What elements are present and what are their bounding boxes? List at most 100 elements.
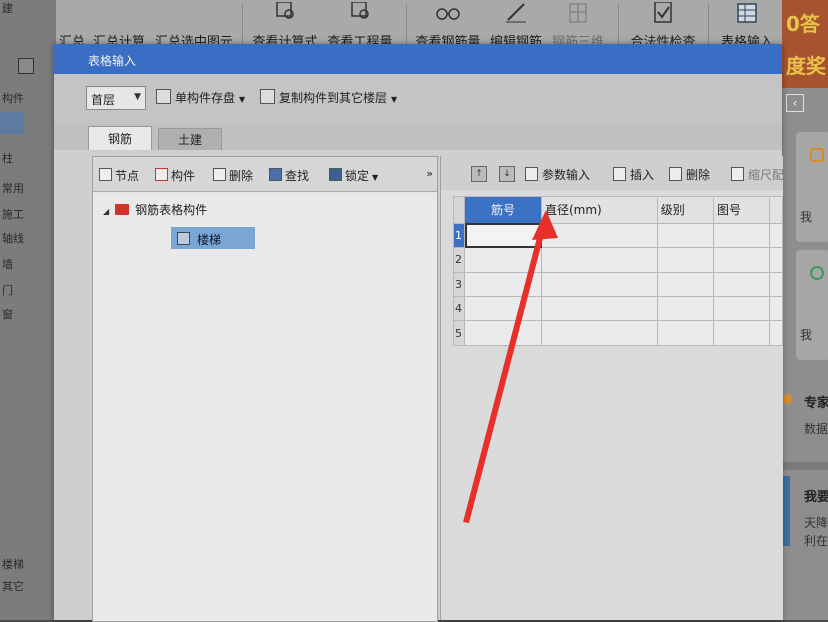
grid-delete-label: 删除 xyxy=(686,168,711,182)
view-quantity-icon xyxy=(351,2,369,19)
want-title[interactable]: 我要 xyxy=(804,486,828,505)
find-button[interactable]: 查找 xyxy=(269,167,309,184)
grid-cell[interactable] xyxy=(656,295,714,322)
move-up-icon[interactable]: ↑ xyxy=(471,166,487,182)
grid-cell[interactable] xyxy=(464,222,542,249)
grid-cell[interactable] xyxy=(712,271,771,298)
left-strip-item: 门 xyxy=(2,284,13,297)
component-tree: ◢ 钢筋表格构件 楼梯 xyxy=(93,193,437,621)
grid-cell[interactable] xyxy=(769,247,783,273)
grid-cell[interactable] xyxy=(769,295,783,322)
left-strip-item: 施工 xyxy=(2,208,24,221)
move-down-icon[interactable]: ↓ xyxy=(499,166,515,182)
grid-cell[interactable] xyxy=(712,247,771,273)
delete-button[interactable]: 删除 xyxy=(213,167,253,184)
row-number[interactable]: 2 xyxy=(453,247,465,273)
copy-icon xyxy=(260,89,275,104)
dialog-content: 节点 构件 删除 查找 锁定 ▼ » ◢ 钢筋表格构件 楼梯 ↑ ↓ 参数输入 … xyxy=(54,150,784,622)
node-button[interactable]: 节点 xyxy=(99,167,139,184)
grid-cell[interactable] xyxy=(464,247,542,273)
column-header-figure-no[interactable]: 图号 xyxy=(712,196,771,224)
grid-toolbar: ↑ ↓ 参数输入 插入 删除 缩尺配 xyxy=(441,156,784,190)
lock-button[interactable]: 锁定 ▼ xyxy=(329,167,378,184)
tree-root-label: 钢筋表格构件 xyxy=(135,203,208,217)
grid-header-row: 筋号 直径(mm) 级别 图号 xyxy=(453,196,783,224)
component-label: 构件 xyxy=(171,169,196,183)
grid-cell[interactable] xyxy=(656,247,714,273)
grid-cell[interactable] xyxy=(541,295,658,322)
more-button[interactable]: » xyxy=(426,167,433,180)
table-row: 1 xyxy=(453,222,783,249)
grid-cell[interactable] xyxy=(712,222,771,249)
grid-cell[interactable] xyxy=(464,271,542,298)
expert-icon xyxy=(782,394,792,404)
grid-cell[interactable] xyxy=(541,271,658,298)
insert-button[interactable]: 插入 xyxy=(613,166,654,183)
grid-cell[interactable] xyxy=(712,295,771,322)
row-number[interactable]: 4 xyxy=(453,295,465,322)
grid-cell[interactable] xyxy=(656,271,714,298)
row-number[interactable]: 3 xyxy=(453,271,465,298)
chevron-down-icon: ▼ xyxy=(134,92,141,102)
card-text: 我 xyxy=(800,210,813,224)
promo-banner[interactable]: 0答 度奖 xyxy=(782,0,828,88)
pencil-icon xyxy=(506,3,526,23)
column-header-blank xyxy=(769,196,783,224)
column-header-bar-no[interactable]: 筋号 xyxy=(464,196,542,224)
row-number[interactable]: 1 xyxy=(453,222,465,249)
chevron-down-icon: ▼ xyxy=(239,95,246,104)
expand-triangle-icon[interactable]: ◢ xyxy=(103,207,109,216)
save-component-button[interactable]: 单构件存盘 ▼ xyxy=(156,89,245,106)
scale-button[interactable]: 缩尺配 xyxy=(731,166,784,183)
grid-cell[interactable] xyxy=(464,295,542,322)
node-label: 节点 xyxy=(115,169,140,183)
grid-cell[interactable] xyxy=(769,222,783,249)
component-button[interactable]: 构件 xyxy=(155,167,195,184)
floor-select[interactable]: 首层 ▼ xyxy=(86,86,146,110)
component-icon xyxy=(155,168,168,181)
glasses-icon xyxy=(436,8,460,20)
table-row: 4 xyxy=(453,295,783,322)
grid-cell[interactable] xyxy=(464,320,542,346)
left-strip-item: 轴线 xyxy=(2,232,24,245)
column-header-diameter[interactable]: 直径(mm) xyxy=(541,196,658,224)
tree-root-node[interactable]: ◢ 钢筋表格构件 xyxy=(103,201,207,218)
lock-label: 锁定 xyxy=(345,169,370,183)
card-icon xyxy=(810,148,824,162)
grid-cell[interactable] xyxy=(541,222,658,249)
component-node-icon xyxy=(177,232,190,245)
grid-cell[interactable] xyxy=(656,222,714,249)
tab-rebar[interactable]: 钢筋 xyxy=(88,126,152,151)
column-header-grade[interactable]: 级别 xyxy=(656,196,714,224)
left-strip-item: 窗 xyxy=(2,308,13,321)
side-card[interactable]: 我 xyxy=(796,250,828,360)
grid-cell[interactable] xyxy=(712,320,771,346)
find-label: 查找 xyxy=(285,169,310,183)
rebar-grid: 筋号 直径(mm) 级别 图号 1 2 3 4 5 xyxy=(453,196,783,346)
table-row: 3 xyxy=(453,271,783,298)
param-input-button[interactable]: 参数输入 xyxy=(525,166,590,183)
row-number[interactable]: 5 xyxy=(453,320,465,346)
node-icon xyxy=(99,168,112,181)
copy-component-button[interactable]: 复制构件到其它楼层 ▼ xyxy=(260,89,397,106)
tab-civil[interactable]: 土建 xyxy=(158,128,222,151)
checkbox-icon xyxy=(18,58,34,74)
tree-node-stairs[interactable]: 楼梯 xyxy=(171,227,255,249)
table-input-dialog: 表格输入 首层 ▼ 单构件存盘 ▼ 复制构件到其它楼层 ▼ 钢筋 土建 节点 构件 … xyxy=(54,44,784,622)
tree-node-label: 楼梯 xyxy=(197,233,222,247)
grid-delete-button[interactable]: 删除 xyxy=(669,166,710,183)
left-strip-item: 常用 xyxy=(2,182,24,195)
banner-text: 0答 xyxy=(786,12,820,36)
expert-title[interactable]: 专家 xyxy=(804,392,828,411)
dialog-title: 表格输入 xyxy=(88,54,137,68)
grid-cell[interactable] xyxy=(769,271,783,298)
grid-cell[interactable] xyxy=(769,320,783,346)
grid-cell[interactable] xyxy=(541,320,658,346)
tree-toolbar: 节点 构件 删除 查找 锁定 ▼ » xyxy=(93,157,437,192)
grid-cell[interactable] xyxy=(656,320,714,346)
want-text: 天降 xyxy=(804,516,828,530)
chevron-left-icon[interactable]: ‹ xyxy=(786,94,804,112)
side-card[interactable]: 我 xyxy=(796,132,828,242)
grid-cell[interactable] xyxy=(541,247,658,273)
dialog-titlebar[interactable]: 表格输入 xyxy=(54,44,782,74)
